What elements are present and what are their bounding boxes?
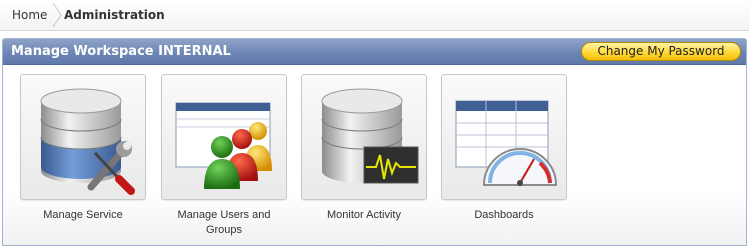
change-password-button[interactable]: Change My Password	[581, 42, 741, 61]
tile-label-manage-service[interactable]: Manage Service	[20, 208, 146, 223]
breadcrumb-separator-icon	[52, 3, 62, 27]
manage-workspace-region: Manage Workspace INTERNAL Change My Pass…	[2, 38, 747, 246]
database-tools-icon	[40, 88, 135, 195]
tile-manage-users-box[interactable]	[161, 74, 287, 200]
tile-label-monitor-activity[interactable]: Monitor Activity	[301, 208, 427, 223]
breadcrumb-home-link[interactable]: Home	[12, 8, 47, 22]
database-monitor-icon	[321, 88, 419, 184]
tile-manage-users[interactable]: Manage Users and Groups	[161, 74, 287, 238]
tile-label-dashboards[interactable]: Dashboards	[441, 208, 567, 223]
users-groups-icon	[175, 102, 272, 189]
region-header: Manage Workspace INTERNAL Change My Pass…	[3, 39, 746, 65]
breadcrumb: Home Administration	[0, 0, 749, 31]
tile-monitor-activity-box[interactable]	[301, 74, 427, 200]
dashboard-gauge-icon	[455, 100, 558, 186]
tile-label-manage-users[interactable]: Manage Users and Groups	[161, 208, 287, 238]
region-body: Manage Service Manage Users and Groups M…	[3, 65, 746, 245]
tile-monitor-activity[interactable]: Monitor Activity	[301, 74, 427, 223]
tile-dashboards-box[interactable]	[441, 74, 567, 200]
tile-dashboards[interactable]: Dashboards	[441, 74, 567, 223]
tile-manage-service[interactable]: Manage Service	[20, 74, 146, 223]
tile-manage-service-box[interactable]	[20, 74, 146, 200]
breadcrumb-current: Administration	[64, 8, 165, 22]
region-title: Manage Workspace INTERNAL	[11, 44, 231, 59]
